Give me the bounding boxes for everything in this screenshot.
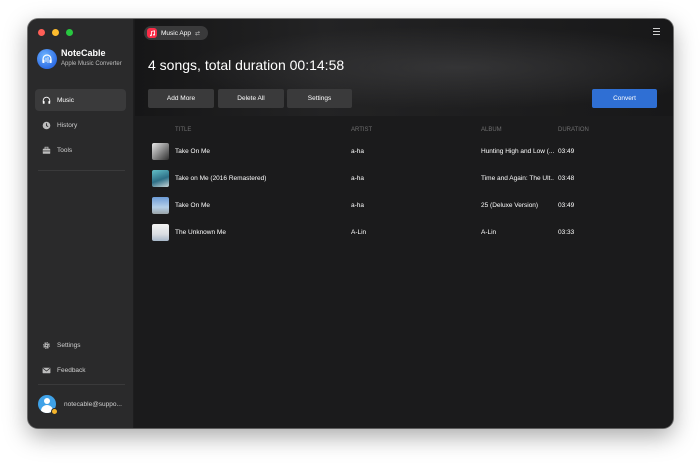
- sidebar-item-label: Tools: [57, 146, 73, 154]
- song-artist: a-ha: [351, 202, 365, 209]
- song-album: Hunting High and Low (...: [481, 148, 554, 155]
- song-album: A-Lin: [481, 229, 497, 236]
- settings-button[interactable]: Settings: [287, 89, 352, 108]
- sidebar-item-history[interactable]: History: [35, 114, 126, 136]
- song-title: Take On Me: [175, 202, 211, 209]
- mail-icon: [42, 366, 51, 375]
- sidebar-nav: Music History Tools: [35, 89, 126, 164]
- song-table: TITLE ARTIST ALBUM DURATION Take On Me a…: [135, 124, 673, 246]
- song-duration: 03:49: [558, 148, 575, 155]
- album-art: [152, 197, 169, 214]
- table-header: TITLE ARTIST ALBUM DURATION: [135, 124, 673, 138]
- song-duration: 03:33: [558, 229, 575, 236]
- notecable-logo-icon: [37, 48, 57, 69]
- column-header-title[interactable]: TITLE: [175, 127, 345, 133]
- sidebar-bottom-nav: Settings Feedback: [35, 334, 126, 384]
- column-header-artist[interactable]: ARTIST: [351, 127, 471, 133]
- close-window-button[interactable]: [38, 29, 45, 36]
- song-album: Time and Again: The Ult...: [481, 175, 554, 182]
- sidebar-divider: [38, 384, 125, 385]
- app-subtitle: Apple Music Converter: [61, 61, 122, 67]
- album-art: [152, 143, 169, 160]
- song-artist: A-Lin: [351, 229, 367, 236]
- table-row[interactable]: Take On Me a-ha Hunting High and Low (..…: [135, 138, 673, 165]
- brand: NoteCable Apple Music Converter: [37, 48, 122, 69]
- user-email: notecable@suppo...: [64, 400, 122, 408]
- song-duration: 03:49: [558, 202, 575, 209]
- table-row[interactable]: Take On Me a-ha 25 (Deluxe Version) 03:4…: [135, 192, 673, 219]
- album-art: [152, 170, 169, 187]
- album-art: [152, 224, 169, 241]
- song-album: 25 (Deluxe Version): [481, 202, 539, 209]
- song-title: Take On Me: [175, 148, 211, 155]
- sidebar-item-tools[interactable]: Tools: [35, 139, 126, 161]
- user-account[interactable]: notecable@suppo...: [38, 395, 122, 415]
- sidebar: NoteCable Apple Music Converter Music Hi…: [28, 19, 134, 428]
- song-duration: 03:48: [558, 175, 575, 182]
- source-selector[interactable]: Music App ⇄: [144, 26, 209, 40]
- column-header-duration[interactable]: DURATION: [558, 127, 598, 133]
- swap-icon: ⇄: [195, 30, 201, 37]
- song-title: Take on Me (2016 Remastered): [175, 175, 267, 182]
- sidebar-item-feedback[interactable]: Feedback: [35, 359, 126, 381]
- account-badge-icon: [51, 408, 58, 415]
- toolbox-icon: [42, 146, 51, 155]
- sidebar-item-music[interactable]: Music: [35, 89, 126, 111]
- delete-all-button[interactable]: Delete All: [218, 89, 284, 108]
- source-label: Music App: [161, 29, 191, 37]
- clock-icon: [42, 121, 51, 130]
- sidebar-item-label: Settings: [57, 341, 81, 349]
- sidebar-item-label: History: [57, 121, 78, 129]
- zoom-window-button[interactable]: [66, 29, 73, 36]
- sidebar-item-settings[interactable]: Settings: [35, 334, 126, 356]
- music-note-icon: [147, 28, 157, 38]
- window-controls: [38, 29, 73, 36]
- column-header-album[interactable]: ALBUM: [481, 127, 554, 133]
- sidebar-item-label: Music: [57, 96, 74, 104]
- headphones-icon: [42, 96, 51, 105]
- main-panel: Music App ⇄ 4 songs, total duration 00:1…: [135, 19, 673, 428]
- table-row[interactable]: The Unknown Me A-Lin A-Lin 03:33: [135, 219, 673, 246]
- song-artist: a-ha: [351, 175, 365, 182]
- add-more-button[interactable]: Add More: [148, 89, 214, 108]
- app-window: NoteCable Apple Music Converter Music Hi…: [28, 19, 673, 428]
- app-name: NoteCable: [61, 48, 106, 58]
- gear-icon: [42, 341, 51, 350]
- sidebar-divider: [38, 170, 125, 171]
- song-title: The Unknown Me: [175, 229, 226, 236]
- convert-button[interactable]: Convert: [592, 89, 657, 108]
- table-row[interactable]: Take on Me (2016 Remastered) a-ha Time a…: [135, 165, 673, 192]
- minimize-window-button[interactable]: [52, 29, 59, 36]
- song-artist: a-ha: [351, 148, 365, 155]
- page-title: 4 songs, total duration 00:14:58: [148, 57, 345, 73]
- sidebar-item-label: Feedback: [57, 366, 86, 374]
- menu-icon[interactable]: [653, 28, 660, 37]
